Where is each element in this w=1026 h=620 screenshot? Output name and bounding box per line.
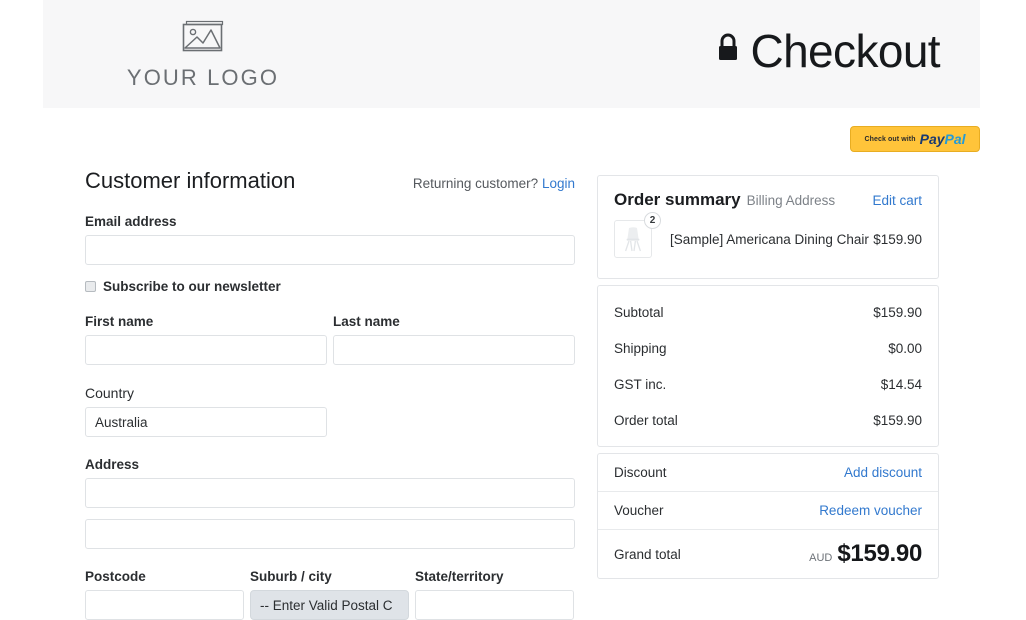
page-header: YOUR LOGO Checkout (43, 0, 980, 108)
paypal-button-pretext: Check out with (864, 135, 916, 143)
order-summary-card: Order summary Billing Address Edit cart … (597, 175, 939, 279)
discount-label: Discount (614, 465, 667, 480)
state-input[interactable] (415, 590, 574, 620)
total-value: $0.00 (888, 340, 922, 356)
first-name-input[interactable] (85, 335, 327, 365)
form-header: Customer information Returning customer?… (85, 168, 575, 194)
total-row-shipping: Shipping $0.00 (598, 330, 938, 366)
grand-total-value-wrap: AUD $159.90 (809, 540, 922, 568)
page-title: Checkout (714, 25, 941, 77)
subscribe-row: Subscribe to our newsletter (85, 279, 575, 294)
paypal-logo-pay: Pay (919, 131, 945, 147)
product-thumbnail-wrap: 2 (614, 212, 661, 258)
country-label: Country (85, 385, 135, 401)
email-label: Email address (85, 214, 177, 229)
first-name-group: First name (85, 294, 327, 365)
address-label: Address (85, 457, 140, 472)
country-select[interactable] (85, 407, 327, 437)
add-discount-link[interactable]: Add discount (844, 465, 922, 480)
subscribe-checkbox[interactable] (85, 281, 96, 292)
voucher-label: Voucher (614, 503, 664, 518)
total-row-gst: GST inc. $14.54 (598, 366, 938, 402)
name-row: First name Last name (85, 294, 575, 365)
returning-customer-text: Returning customer? (412, 176, 539, 191)
postcode-group: Postcode (85, 549, 244, 620)
subscribe-label[interactable]: Subscribe to our newsletter (103, 279, 281, 294)
customer-information-form: Customer information Returning customer?… (85, 168, 575, 620)
page-title-text: Checkout (750, 25, 940, 77)
product-price: $159.90 (873, 231, 922, 247)
store-logo[interactable]: YOUR LOGO (93, 18, 313, 91)
redeem-voucher-link[interactable]: Redeem voucher (819, 503, 922, 518)
grand-total-row: Grand total AUD $159.90 (598, 530, 938, 578)
totals-card: Subtotal $159.90 Shipping $0.00 GST inc.… (597, 285, 939, 447)
form-title: Customer information (85, 168, 296, 193)
total-label: Subtotal (614, 304, 664, 320)
suburb-label: Suburb / city (250, 569, 332, 584)
order-summary: Order summary Billing Address Edit cart … (597, 175, 939, 579)
total-label: Order total (614, 412, 678, 428)
discount-voucher-card: Discount Add discount Voucher Redeem vou… (597, 453, 939, 579)
paypal-logo: PayPal (920, 132, 966, 146)
quantity-badge: 2 (644, 212, 661, 229)
first-name-label: First name (85, 314, 154, 329)
postcode-label: Postcode (85, 569, 146, 584)
state-label: State/territory (415, 569, 504, 584)
logo-text: YOUR LOGO (126, 65, 280, 90)
total-label: GST inc. (614, 376, 667, 392)
returning-customer: Returning customer? Login (413, 176, 575, 191)
last-name-group: Last name (333, 294, 575, 365)
total-value: $159.90 (873, 412, 922, 428)
grand-total-amount: $159.90 (837, 540, 922, 567)
suburb-group: Suburb / city -- Enter Valid Postal C (250, 549, 409, 620)
total-row-subtotal: Subtotal $159.90 (598, 294, 938, 330)
email-input[interactable] (85, 235, 575, 265)
voucher-row: Voucher Redeem voucher (598, 492, 938, 530)
order-summary-title: Order summary (614, 190, 741, 209)
state-group: State/territory (415, 549, 574, 620)
discount-row: Discount Add discount (598, 454, 938, 492)
locality-row: Postcode Suburb / city -- Enter Valid Po… (85, 549, 575, 620)
total-row-order-total: Order total $159.90 (598, 402, 938, 438)
last-name-label: Last name (333, 314, 400, 329)
total-value: $159.90 (873, 304, 922, 320)
total-value: $14.54 (880, 376, 922, 392)
suburb-select[interactable]: -- Enter Valid Postal C (250, 590, 409, 620)
grand-total-currency: AUD (809, 552, 833, 564)
postcode-input[interactable] (85, 590, 244, 620)
product-name: [Sample] Americana Dining Chair (670, 231, 869, 247)
grand-total-label: Grand total (614, 546, 681, 562)
paypal-checkout-button[interactable]: Check out with PayPal (850, 126, 980, 152)
lock-icon (714, 31, 742, 72)
address-line1-input[interactable] (85, 478, 575, 508)
order-summary-header: Order summary Billing Address Edit cart (598, 176, 938, 210)
order-summary-subtitle: Billing Address (746, 193, 836, 208)
country-group: Country (85, 385, 327, 437)
paypal-logo-pal: Pal (944, 131, 966, 147)
paypal-row: Check out with PayPal (0, 126, 980, 152)
login-link[interactable]: Login (542, 176, 575, 191)
total-label: Shipping (614, 340, 667, 356)
cart-line-item: 2 [Sample] Americana Dining Chair $159.9… (598, 210, 938, 278)
edit-cart-link[interactable]: Edit cart (872, 193, 922, 208)
address-line2-input[interactable] (85, 519, 575, 549)
last-name-input[interactable] (333, 335, 575, 365)
image-placeholder-icon (93, 18, 313, 59)
